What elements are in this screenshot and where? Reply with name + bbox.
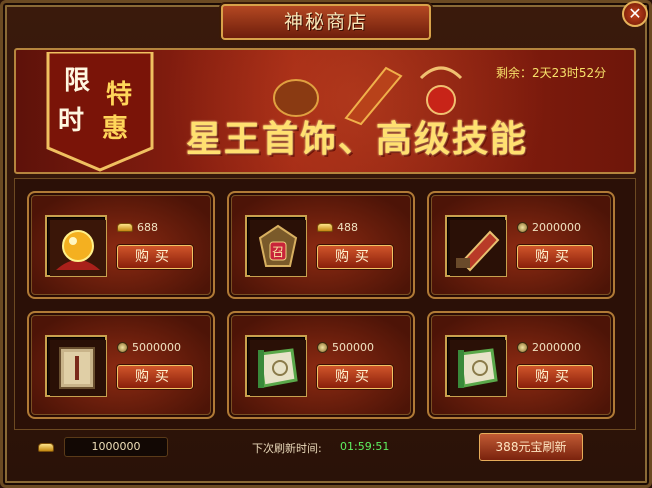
ingot-icon xyxy=(38,442,54,452)
item-price: 488 xyxy=(317,221,358,234)
shop-item-card: 500000 购买 xyxy=(227,311,415,419)
price-value: 2000000 xyxy=(532,341,581,354)
svg-text:召: 召 xyxy=(272,245,284,259)
item-slot[interactable] xyxy=(445,215,507,277)
scroll-red-icon xyxy=(450,220,506,276)
limited-offer-badge: 限 特 时 惠 xyxy=(44,52,156,172)
gold-balance: 1000000 xyxy=(38,437,168,457)
close-button[interactable]: ✕ xyxy=(622,1,648,27)
buy-button[interactable]: 购买 xyxy=(317,365,393,389)
green-scroll-icon xyxy=(450,340,506,396)
shop-item-card: 688 购买 xyxy=(27,191,215,299)
shop-item-card: 5000000 购买 xyxy=(27,311,215,419)
helmet-medal-icon: 召 xyxy=(250,220,306,276)
item-slot[interactable] xyxy=(445,335,507,397)
price-value: 500000 xyxy=(332,341,374,354)
buy-button[interactable]: 购买 xyxy=(117,365,193,389)
badge-char: 惠 xyxy=(102,114,129,144)
shop-item-card: 2000000 购买 xyxy=(427,311,615,419)
badge-char: 特 xyxy=(106,80,133,110)
price-value: 488 xyxy=(337,221,358,234)
badge-char: 限 xyxy=(64,66,91,96)
golden-orb-icon xyxy=(50,220,106,276)
price-value: 5000000 xyxy=(132,341,181,354)
item-slot[interactable]: 召 xyxy=(245,215,307,277)
next-refresh-label: 下次刷新时间: xyxy=(252,442,322,455)
close-icon: ✕ xyxy=(628,4,642,23)
title-plate: 神秘商店 xyxy=(221,4,431,40)
item-slot[interactable] xyxy=(245,335,307,397)
promo-banner: 限 特 时 惠 剩余：2天23时52分 星王首饰、高级技能 xyxy=(14,48,636,174)
ingot-icon xyxy=(317,223,333,232)
item-slot[interactable] xyxy=(45,335,107,397)
ingot-icon xyxy=(117,223,133,232)
banner-headline: 星王首饰、高级技能 xyxy=(186,118,529,160)
price-value: 2000000 xyxy=(532,221,581,234)
window-title: 神秘商店 xyxy=(283,11,368,33)
next-refresh-time: 01:59:51 xyxy=(340,440,390,453)
item-price: 500000 xyxy=(317,341,374,354)
buy-button[interactable]: 购买 xyxy=(317,245,393,269)
item-grid: 688 购买 召 488 购买 2000000 购买 5000000 购买 50… xyxy=(14,178,636,430)
item-price: 2000000 xyxy=(517,341,581,354)
coin-icon xyxy=(117,342,128,353)
item-price: 5000000 xyxy=(117,341,181,354)
gold-amount: 1000000 xyxy=(64,437,168,457)
badge-char: 时 xyxy=(58,106,85,136)
green-scroll-icon xyxy=(250,340,306,396)
item-price: 688 xyxy=(117,221,158,234)
refresh-button[interactable]: 388元宝刷新 xyxy=(479,433,583,461)
book-icon xyxy=(50,340,106,396)
coin-icon xyxy=(517,222,528,233)
item-price: 2000000 xyxy=(517,221,581,234)
coin-icon xyxy=(517,342,528,353)
buy-button[interactable]: 购买 xyxy=(517,245,593,269)
price-value: 688 xyxy=(137,221,158,234)
buy-button[interactable]: 购买 xyxy=(517,365,593,389)
coin-icon xyxy=(317,342,328,353)
item-slot[interactable] xyxy=(45,215,107,277)
time-remaining: 剩余：2天23时52分 xyxy=(496,66,607,80)
buy-button[interactable]: 购买 xyxy=(117,245,193,269)
shop-item-card: 召 488 购买 xyxy=(227,191,415,299)
shop-item-card: 2000000 购买 xyxy=(427,191,615,299)
